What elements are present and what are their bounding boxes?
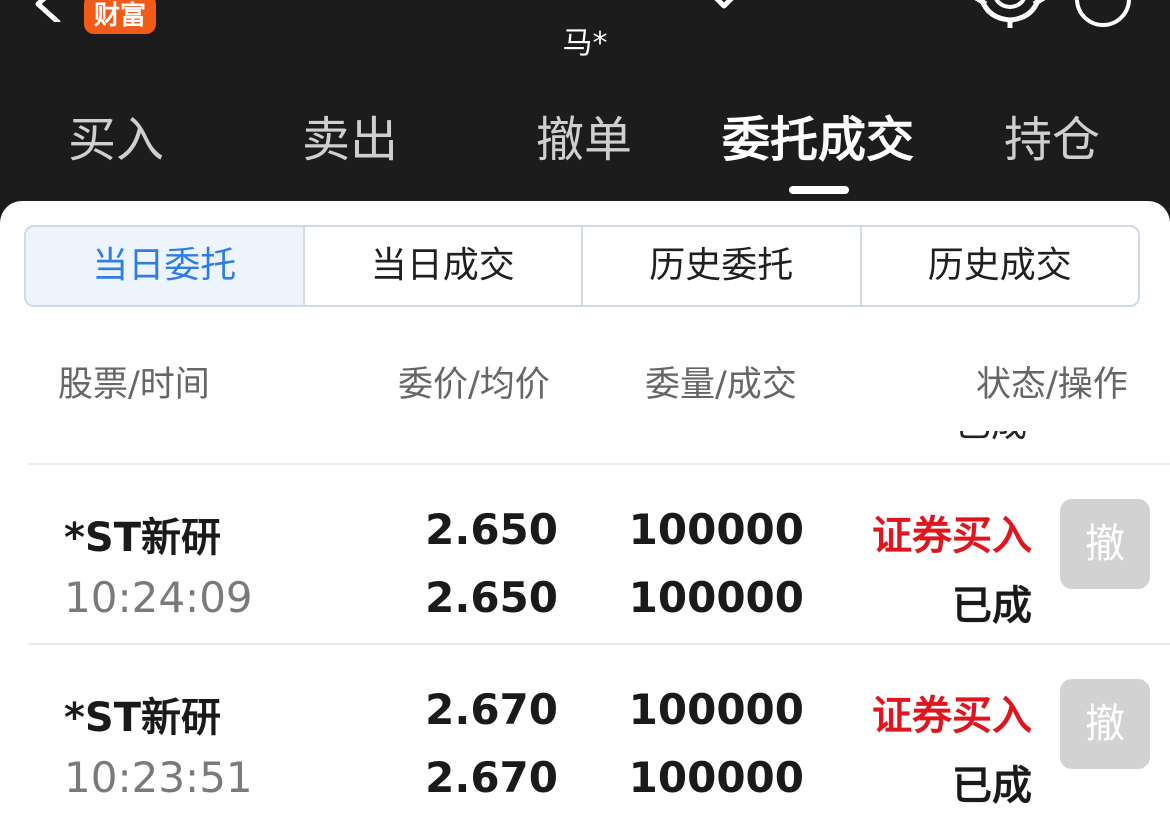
stock-name: *ST新研 — [64, 695, 222, 741]
segment-today-trades[interactable]: 当日成交 — [305, 227, 583, 305]
order-quantity: 100000 — [628, 505, 804, 554]
operation-type: 证券买入 — [872, 693, 1032, 739]
tab-orders-trades[interactable]: 委托成交 — [722, 100, 914, 170]
cancel-order-button[interactable]: 撤 — [1060, 679, 1150, 769]
segment-history-orders[interactable]: 历史委托 — [583, 227, 862, 305]
order-time: 10:23:51 — [64, 753, 253, 802]
column-header-status-op: 状态/操作 — [976, 365, 1128, 405]
main-tabs: 买入 卖出 撤单 委托成交 持仓 — [0, 100, 1170, 180]
table-row[interactable]: *ST新研 10:23:51 2.670 2.670 100000 100000… — [28, 643, 1170, 821]
tab-buy[interactable]: 买入 — [68, 100, 164, 170]
tab-sell[interactable]: 卖出 — [302, 100, 398, 170]
segment-history-trades[interactable]: 历史成交 — [862, 227, 1139, 305]
filled-quantity: 100000 — [628, 753, 804, 802]
stock-name: *ST新研 — [64, 515, 222, 561]
order-status: 已成 — [952, 583, 1032, 629]
column-header-quantity: 委量/成交 — [645, 365, 797, 405]
segment-control: 当日委托 当日成交 历史委托 历史成交 — [24, 225, 1140, 307]
tab-cancel[interactable]: 撤单 — [536, 100, 632, 170]
active-tab-indicator — [789, 186, 849, 194]
column-header-price: 委价/均价 — [398, 365, 550, 405]
filled-quantity: 100000 — [628, 573, 804, 622]
operation-type: 证券买入 — [872, 513, 1032, 559]
top-header: 财富 马* 买入 卖出 撤单 委托成交 持仓 — [0, 0, 1170, 215]
column-header-stock-time: 股票/时间 — [58, 365, 210, 405]
circle-icon[interactable] — [1074, 0, 1132, 28]
dropdown-icon[interactable] — [706, 0, 742, 12]
order-status: 已成 — [952, 763, 1032, 809]
order-quantity: 100000 — [628, 685, 804, 734]
table-row[interactable]: *ST新研 10:24:09 2.650 2.650 100000 100000… — [28, 463, 1170, 645]
cancel-order-button[interactable]: 撤 — [1060, 499, 1150, 589]
segment-today-orders[interactable]: 当日委托 — [26, 227, 305, 305]
orders-panel: 当日委托 当日成交 历史委托 历史成交 股票/时间 委价/均价 委量/成交 状态… — [0, 201, 1170, 821]
partial-row-status: 已成 — [955, 431, 1027, 445]
tab-positions[interactable]: 持仓 — [1004, 100, 1100, 170]
gear-icon[interactable] — [974, 0, 1046, 34]
order-time: 10:24:09 — [64, 573, 253, 622]
